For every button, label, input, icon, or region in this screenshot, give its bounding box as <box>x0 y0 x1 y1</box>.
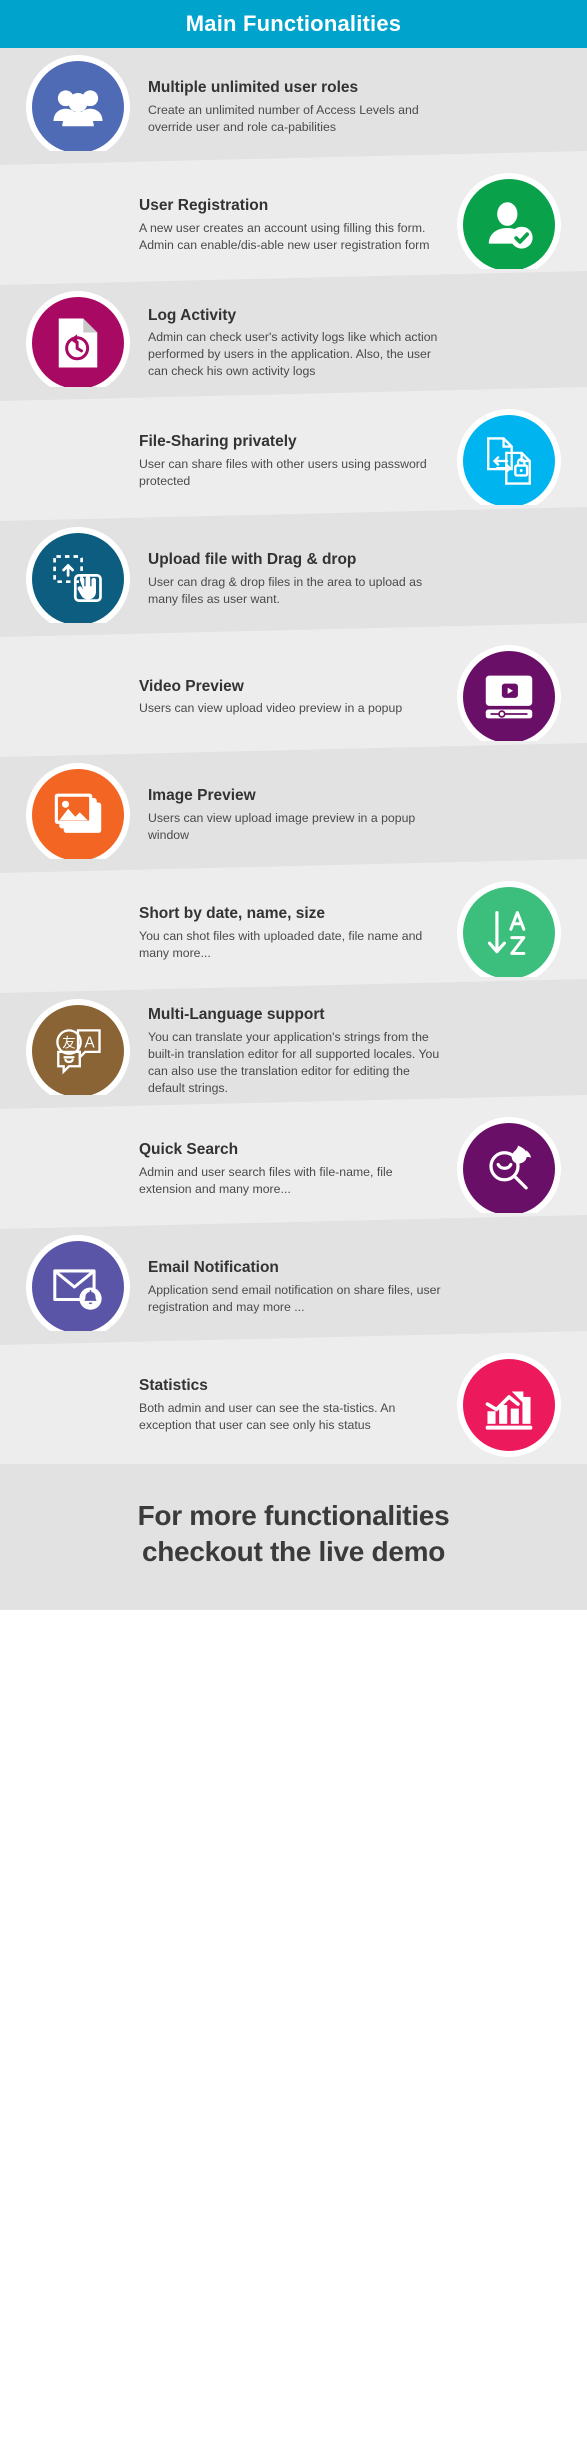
footer-line-2: checkout the live demo <box>141 1535 446 1567</box>
feature-description: A new user creates an account using fill… <box>139 220 430 252</box>
feature-icon-ring <box>26 55 130 159</box>
document-history-icon <box>32 297 124 389</box>
feature-row: Quick Search Admin and user search files… <box>0 1095 587 1228</box>
feature-text-block: Multi-Language support You can translate… <box>148 1005 448 1096</box>
feature-title: Multi-Language support <box>148 1006 325 1024</box>
page-footer: For more functionalities checkout the li… <box>0 1464 587 1610</box>
bar-chart-growth-icon <box>463 1359 555 1451</box>
feature-row-inner: Video Preview Users can view upload vide… <box>26 645 561 749</box>
feature-text-block: Log Activity Admin can check user's acti… <box>148 306 448 380</box>
feature-icon-ring <box>26 291 130 395</box>
feature-description: Both admin and user can see the sta-tist… <box>139 1400 396 1432</box>
page-title: Main Functionalities <box>185 11 402 36</box>
feature-row-inner: Short by date, name, size You can shot f… <box>26 881 561 985</box>
feature-row: A 友 Multi-Language support You can trans… <box>0 977 587 1110</box>
feature-text-block: File-Sharing privately User can share fi… <box>139 432 439 489</box>
feature-icon-ring <box>457 409 561 513</box>
feature-row: Image Preview Users can view upload imag… <box>0 741 587 874</box>
feature-row-inner: User Registration A new user creates an … <box>26 173 561 277</box>
feature-title: Upload file with Drag & drop <box>148 551 357 569</box>
feature-text-block: Video Preview Users can view upload vide… <box>139 677 439 717</box>
feature-description: Application send email notification on s… <box>148 1282 441 1314</box>
feature-description: You can translate your application's str… <box>148 1029 440 1095</box>
feature-icon-ring <box>457 1117 561 1221</box>
feature-description: Users can view upload image preview in a… <box>148 810 416 842</box>
feature-description: Admin and user search files with file-na… <box>139 1164 393 1196</box>
feature-title: Quick Search <box>139 1141 239 1159</box>
feature-row: File-Sharing privately User can share fi… <box>0 387 587 520</box>
feature-title: User Registration <box>139 197 269 215</box>
footer-line-1: For more functionalities <box>137 1500 450 1531</box>
feature-row: Log Activity Admin can check user's acti… <box>0 269 587 402</box>
feature-text-block: User Registration A new user creates an … <box>139 196 439 253</box>
feature-icon-ring <box>26 763 130 867</box>
feature-row-inner: Email Notification Application send emai… <box>26 1235 561 1339</box>
feature-title: Image Preview <box>148 787 256 805</box>
feature-title: Email Notification <box>148 1259 279 1277</box>
feature-title: Statistics <box>139 1377 208 1395</box>
video-player-icon <box>463 651 555 743</box>
feature-row: Statistics Both admin and user can see t… <box>0 1331 587 1464</box>
sort-az-icon <box>463 887 555 979</box>
feature-row-inner: Multiple unlimited user roles Create an … <box>26 55 561 159</box>
feature-description: Admin can check user's activity logs lik… <box>148 330 438 379</box>
feature-text-block: Short by date, name, size You can shot f… <box>139 904 439 961</box>
feature-title: File-Sharing privately <box>139 433 297 451</box>
feature-description: You can shot files with uploaded date, f… <box>139 928 423 960</box>
feature-row: Email Notification Application send emai… <box>0 1213 587 1346</box>
feature-text-block: Multiple unlimited user roles Create an … <box>148 78 448 135</box>
feature-text-block: Upload file with Drag & drop User can dr… <box>148 550 448 607</box>
feature-row-inner: A 友 Multi-Language support You can trans… <box>26 999 561 1103</box>
feature-icon-ring <box>457 1353 561 1457</box>
feature-text-block: Statistics Both admin and user can see t… <box>139 1376 439 1433</box>
svg-text:A: A <box>85 1034 96 1051</box>
feature-row-inner: Statistics Both admin and user can see t… <box>26 1353 561 1457</box>
feature-row: Short by date, name, size You can shot f… <box>0 859 587 992</box>
feature-text-block: Email Notification Application send emai… <box>148 1258 448 1315</box>
users-group-icon <box>32 61 124 153</box>
infographic-page: Main Functionalities Multiple unlimited … <box>0 0 587 1610</box>
feature-row-inner: Upload file with Drag & drop User can dr… <box>26 527 561 631</box>
translate-icon: A 友 <box>32 1005 124 1097</box>
search-flame-icon <box>463 1123 555 1215</box>
feature-row: Video Preview Users can view upload vide… <box>0 623 587 756</box>
feature-row-inner: Log Activity Admin can check user's acti… <box>26 291 561 395</box>
feature-description: Create an unlimited number of Access Lev… <box>148 102 419 134</box>
feature-icon-ring <box>457 645 561 749</box>
user-check-icon <box>463 179 555 271</box>
feature-text-block: Image Preview Users can view upload imag… <box>148 786 448 843</box>
feature-row-inner: File-Sharing privately User can share fi… <box>26 409 561 513</box>
feature-icon-ring <box>457 173 561 277</box>
feature-icon-ring <box>457 881 561 985</box>
drag-drop-upload-icon <box>32 533 124 625</box>
svg-text:友: 友 <box>62 1035 75 1050</box>
feature-row: Upload file with Drag & drop User can dr… <box>0 505 587 638</box>
feature-title: Multiple unlimited user roles <box>148 79 359 97</box>
feature-description: User can share files with other users us… <box>139 456 427 488</box>
file-share-lock-icon <box>463 415 555 507</box>
page-header: Main Functionalities <box>0 0 587 48</box>
feature-title: Video Preview <box>139 677 244 695</box>
feature-icon-ring <box>26 1235 130 1339</box>
feature-icon-ring: A 友 <box>26 999 130 1103</box>
feature-row-inner: Quick Search Admin and user search files… <box>26 1117 561 1221</box>
feature-text-block: Quick Search Admin and user search files… <box>139 1140 439 1197</box>
feature-title: Short by date, name, size <box>139 905 326 923</box>
feature-description: Users can view upload video preview in a… <box>139 701 403 716</box>
feature-icon-ring <box>26 527 130 631</box>
image-stack-icon <box>32 769 124 861</box>
feature-list: Multiple unlimited user roles Create an … <box>0 48 587 1464</box>
feature-description: User can drag & drop files in the area t… <box>148 574 423 606</box>
feature-row: User Registration A new user creates an … <box>0 151 587 284</box>
feature-title: Log Activity <box>148 306 237 324</box>
email-bell-icon <box>32 1241 124 1333</box>
feature-row: Multiple unlimited user roles Create an … <box>0 48 587 166</box>
feature-row-inner: Image Preview Users can view upload imag… <box>26 763 561 867</box>
